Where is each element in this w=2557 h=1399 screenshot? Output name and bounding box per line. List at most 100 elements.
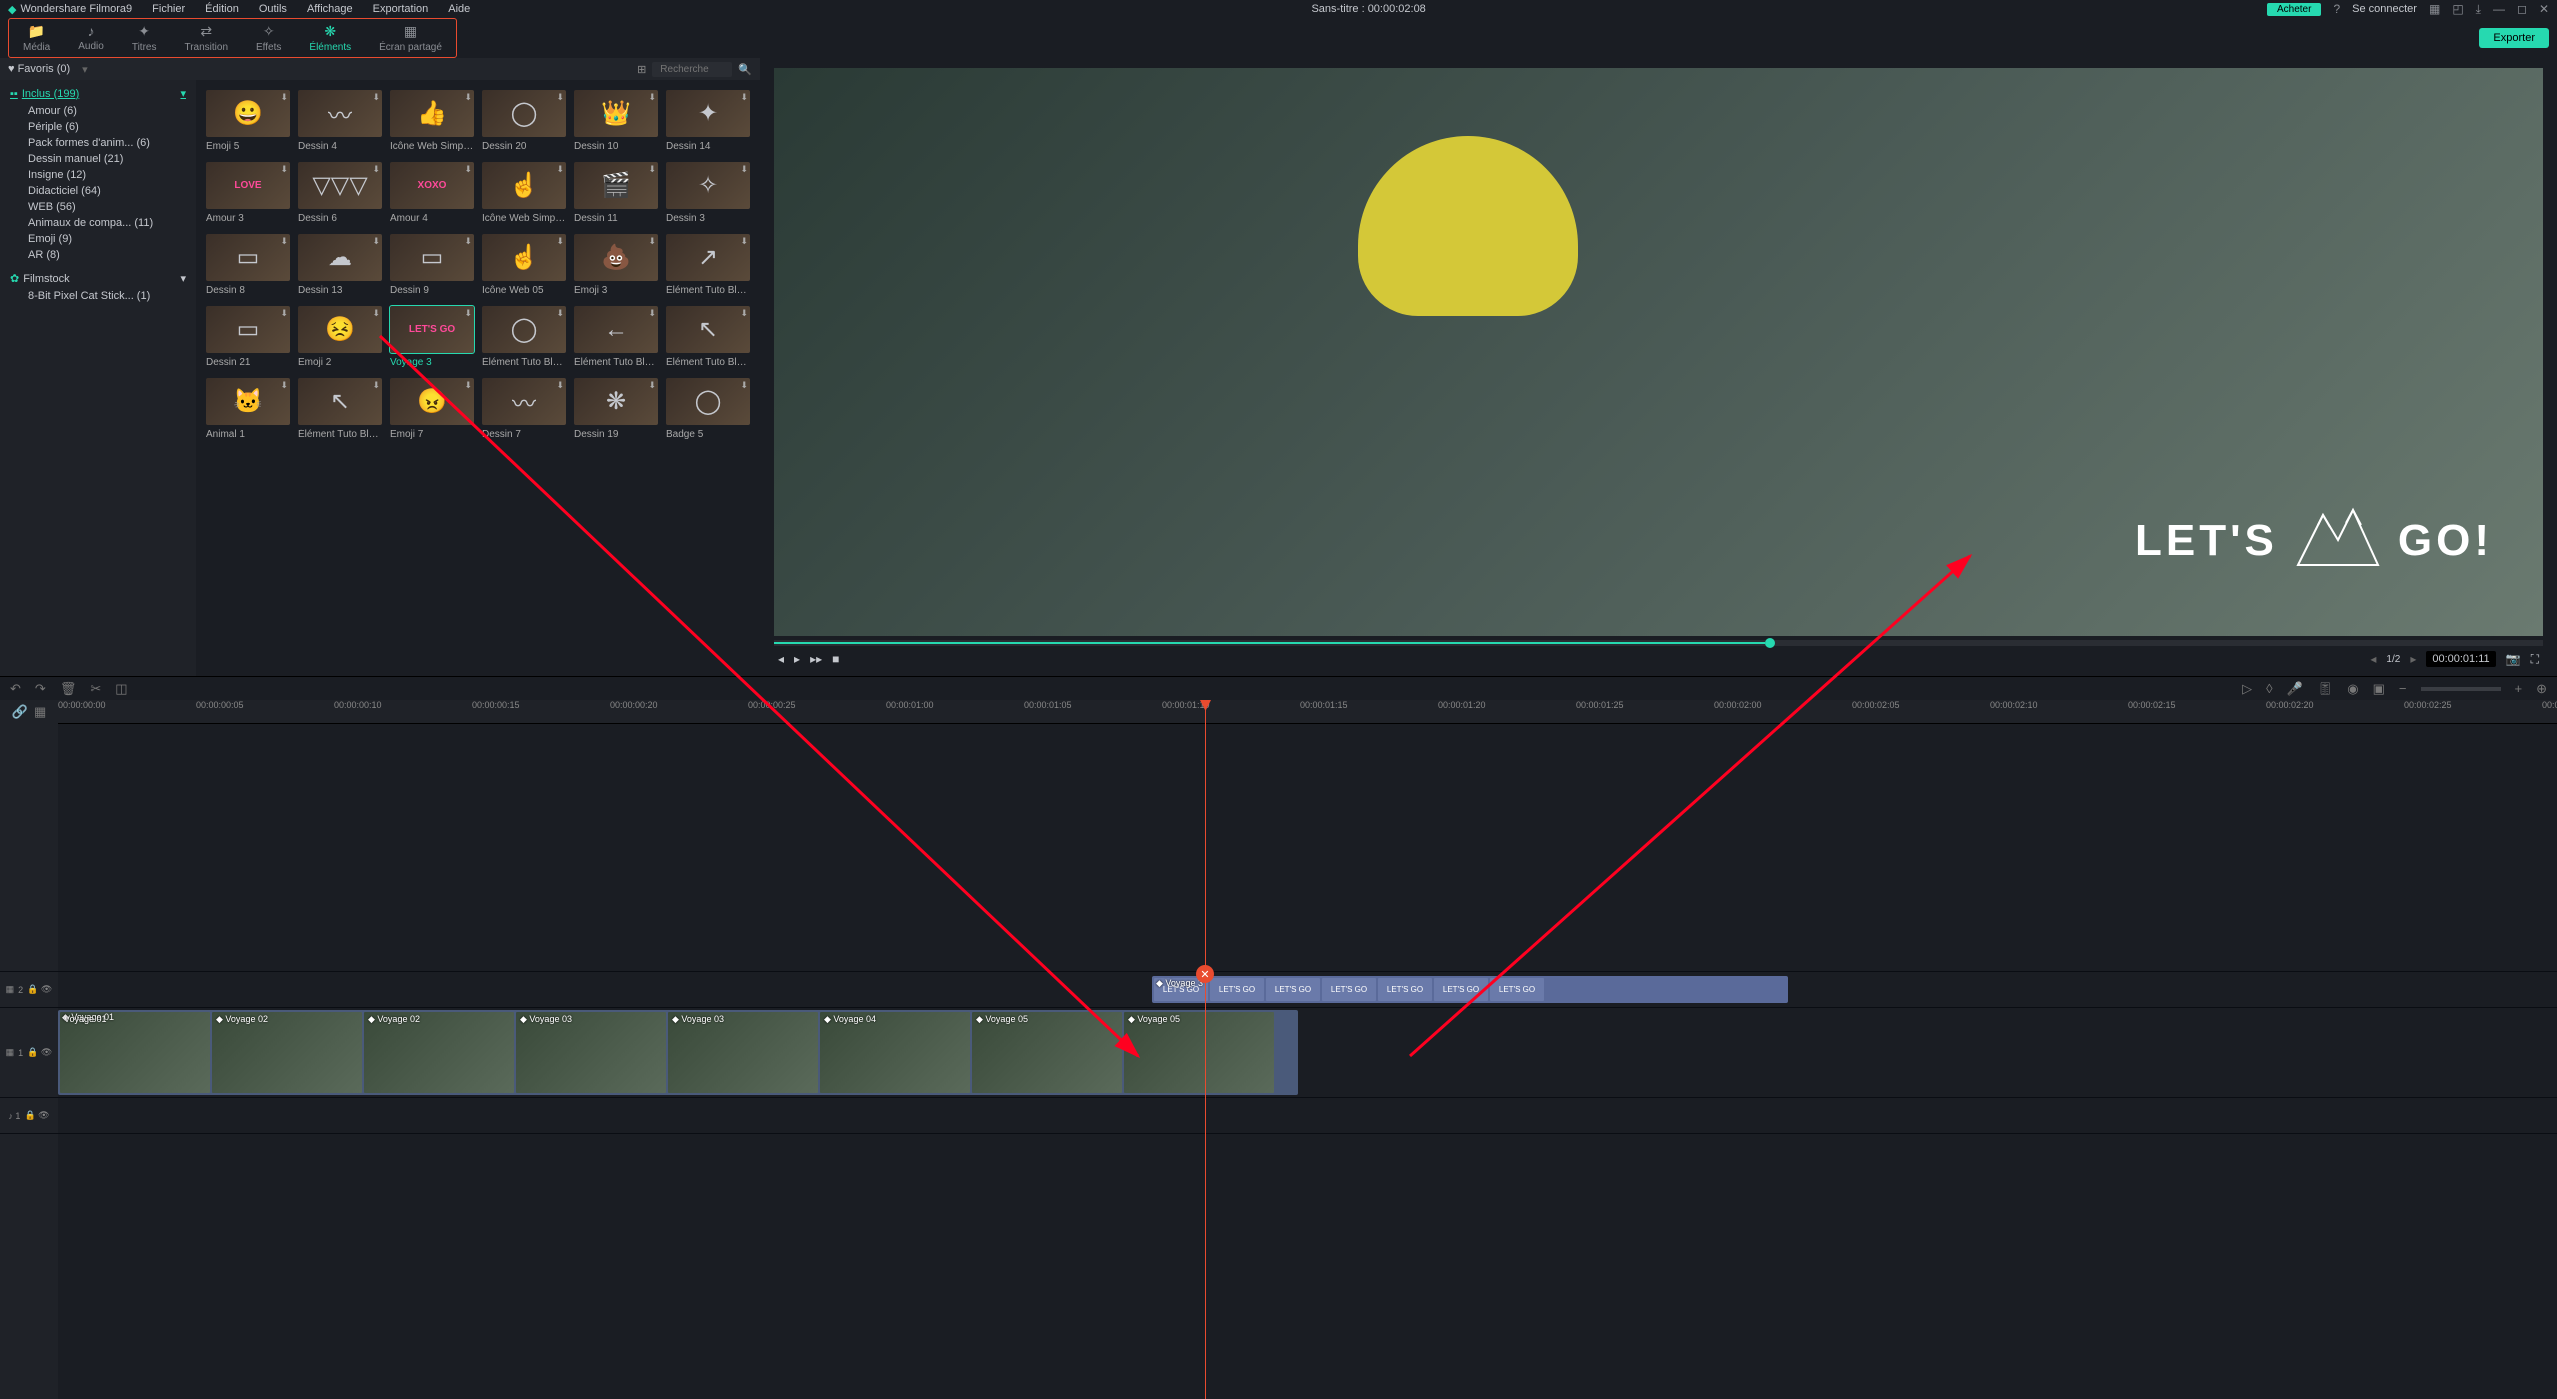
- help-icon[interactable]: ?: [2333, 2, 2340, 16]
- track-fx[interactable]: ◆ Voyage 3 LET'S GO LET'S GO LET'S GO LE…: [58, 972, 2557, 1008]
- download-icon[interactable]: ⬇: [280, 164, 288, 175]
- mixer-icon[interactable]: 🎚: [2317, 681, 2334, 697]
- download-icon[interactable]: ⬇: [556, 308, 564, 319]
- download-icon[interactable]: ⬇: [464, 380, 472, 391]
- download-icon[interactable]: ⬇: [280, 308, 288, 319]
- asset-item[interactable]: ⬇↖Élément Tuto Blanc 3: [298, 378, 382, 440]
- download-icon[interactable]: ⬇: [372, 236, 380, 247]
- download-icon[interactable]: ⬇: [648, 92, 656, 103]
- asset-item[interactable]: ⬇😣Emoji 2: [298, 306, 382, 368]
- asset-item[interactable]: ⬇😀Emoji 5: [206, 90, 290, 152]
- download-icon[interactable]: ⬇: [372, 380, 380, 391]
- tab-splitscreen[interactable]: ▦Écran partagé: [369, 21, 452, 55]
- download-icon[interactable]: ⬇: [280, 92, 288, 103]
- next-frame-icon[interactable]: ▸▸: [810, 652, 822, 666]
- snapshot-icon[interactable]: 📷: [2506, 652, 2521, 666]
- download-icon[interactable]: ⬇: [648, 380, 656, 391]
- download-icon[interactable]: ⬇: [648, 308, 656, 319]
- menu-help[interactable]: Aide: [448, 3, 470, 15]
- tab-titles[interactable]: ✦Titres: [122, 21, 167, 55]
- tab-audio[interactable]: ♪Audio: [68, 21, 114, 55]
- sidebar-item[interactable]: Insigne (12): [0, 167, 196, 183]
- record-icon[interactable]: ◉: [2347, 681, 2358, 697]
- asset-item[interactable]: ⬇LET'S GOVoyage 3: [390, 306, 474, 368]
- sidebar-group-filmstock[interactable]: ✿Filmstock▾: [0, 269, 196, 288]
- asset-item[interactable]: ⬇👑Dessin 10: [574, 90, 658, 152]
- sidebar-item[interactable]: Pack formes d'anim... (6): [0, 135, 196, 151]
- download-icon[interactable]: ⬇: [740, 236, 748, 247]
- timeline-empty-area[interactable]: [58, 724, 2557, 972]
- asset-item[interactable]: ⬇🐱Animal 1: [206, 378, 290, 440]
- asset-item[interactable]: ⬇←Élément Tuto Blanc 22: [574, 306, 658, 368]
- asset-item[interactable]: ⬇〰Dessin 4: [298, 90, 382, 152]
- menu-view[interactable]: Affichage: [307, 3, 353, 15]
- tab-elements[interactable]: ❋Éléments: [299, 21, 361, 55]
- zoom-slider[interactable]: [2421, 687, 2501, 691]
- zoom-in-icon[interactable]: +: [2515, 681, 2523, 696]
- grid-view-icon[interactable]: ⊞: [637, 63, 646, 76]
- asset-item[interactable]: ⬇▽▽▽Dessin 6: [298, 162, 382, 224]
- tab-transition[interactable]: ⇄Transition: [174, 21, 238, 55]
- menu-edit[interactable]: Édition: [205, 3, 239, 15]
- snapshot2-icon[interactable]: ▣: [2373, 681, 2385, 697]
- asset-item[interactable]: ⬇❋Dessin 19: [574, 378, 658, 440]
- menu-file[interactable]: Fichier: [152, 3, 185, 15]
- track-head-audio[interactable]: ♪ 1 🔒 👁: [0, 1098, 58, 1134]
- playhead[interactable]: ✕: [1205, 700, 1206, 1399]
- layout-icon[interactable]: ▦: [2429, 2, 2440, 16]
- download-icon[interactable]: ⬇: [556, 164, 564, 175]
- asset-item[interactable]: ⬇◯Élément Tuto Blanc 13: [482, 306, 566, 368]
- search-icon[interactable]: 🔍: [738, 63, 752, 76]
- close-icon[interactable]: ✕: [2539, 2, 2549, 16]
- download-icon[interactable]: ⬇: [648, 236, 656, 247]
- play-icon[interactable]: ▸: [794, 652, 800, 666]
- search-input[interactable]: [652, 62, 732, 77]
- maximize-icon[interactable]: ◻: [2517, 2, 2527, 16]
- timeline-settings-icon[interactable]: ▦: [34, 704, 46, 720]
- buy-button[interactable]: Acheter: [2267, 3, 2321, 16]
- sidebar-item[interactable]: 8-Bit Pixel Cat Stick... (1): [0, 288, 196, 304]
- asset-item[interactable]: ⬇▭Dessin 8: [206, 234, 290, 296]
- asset-item[interactable]: ⬇↗Élément Tuto Blanc 21: [666, 234, 750, 296]
- download-icon[interactable]: ⬇: [556, 380, 564, 391]
- download-icon[interactable]: ⬇: [740, 308, 748, 319]
- download-icon[interactable]: ⬇: [556, 236, 564, 247]
- asset-item[interactable]: ⬇👍Icône Web Simple 03: [390, 90, 474, 152]
- track-video[interactable]: ◆ Voyage 01 Voyage 01 ◆ Voyage 02 ◆ Voya…: [58, 1008, 2557, 1098]
- sidebar-item[interactable]: Didacticiel (64): [0, 183, 196, 199]
- zoom-fit-icon[interactable]: ⊕: [2536, 681, 2547, 697]
- track-head-fx[interactable]: ▦ 2 🔒 👁: [0, 972, 58, 1008]
- download-icon[interactable]: ⬇: [464, 164, 472, 175]
- asset-item[interactable]: ⬇☝Icône Web Simple 05: [482, 162, 566, 224]
- link-icon[interactable]: 🔗: [12, 704, 28, 720]
- prev-page-icon[interactable]: ◂: [2370, 652, 2376, 666]
- asset-item[interactable]: ⬇XOXOAmour 4: [390, 162, 474, 224]
- down-icon[interactable]: ⤓: [2476, 2, 2481, 17]
- track-audio[interactable]: [58, 1098, 2557, 1134]
- sidebar-item[interactable]: Amour (6): [0, 103, 196, 119]
- marker-icon[interactable]: ◊: [2266, 681, 2272, 696]
- render-icon[interactable]: ▷: [2242, 681, 2252, 697]
- tab-effects[interactable]: ✧Effets: [246, 21, 291, 55]
- delete-icon[interactable]: 🗑: [60, 681, 77, 697]
- asset-item[interactable]: ⬇◯Dessin 20: [482, 90, 566, 152]
- download-icon[interactable]: ⬇: [372, 308, 380, 319]
- crop-icon[interactable]: ◫: [115, 681, 127, 697]
- asset-item[interactable]: ⬇✦Dessin 14: [666, 90, 750, 152]
- download-icon[interactable]: ⬇: [556, 92, 564, 103]
- favorites-label[interactable]: ♥ Favoris (0): [8, 63, 70, 75]
- asset-item[interactable]: ⬇▭Dessin 9: [390, 234, 474, 296]
- sidebar-item[interactable]: WEB (56): [0, 199, 196, 215]
- sidebar-item[interactable]: AR (8): [0, 247, 196, 263]
- asset-item[interactable]: ⬇✧Dessin 3: [666, 162, 750, 224]
- download-icon[interactable]: ⬇: [280, 236, 288, 247]
- playhead-delete-icon[interactable]: ✕: [1196, 965, 1214, 983]
- export-button[interactable]: Exporter: [2479, 28, 2549, 48]
- download-icon[interactable]: ⬇: [372, 92, 380, 103]
- asset-item[interactable]: ⬇◯Badge 5: [666, 378, 750, 440]
- chevron-down-icon[interactable]: ▾: [82, 63, 88, 76]
- asset-item[interactable]: ⬇▭Dessin 21: [206, 306, 290, 368]
- sidebar-group-inclus[interactable]: ▪▪Inclus (199)▾: [0, 84, 196, 103]
- sidebar-item[interactable]: Animaux de compa... (11): [0, 215, 196, 231]
- preview-viewport[interactable]: LET'S GO!: [774, 68, 2543, 636]
